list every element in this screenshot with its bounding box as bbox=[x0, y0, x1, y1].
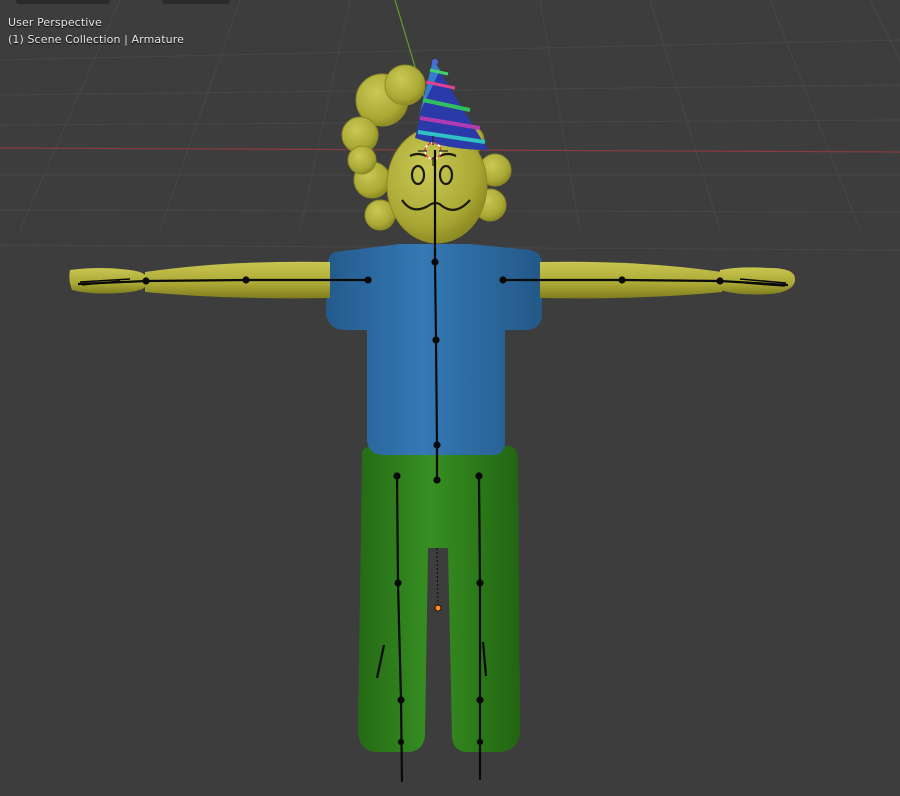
shirt bbox=[326, 244, 542, 455]
party-hat bbox=[415, 59, 488, 150]
object-origin-icon bbox=[434, 604, 442, 612]
viewport-canvas[interactable] bbox=[0, 0, 900, 796]
3d-viewport[interactable]: User Perspective (1) Scene Collection | … bbox=[0, 0, 900, 796]
scene-collection-label: (1) Scene Collection | Armature bbox=[8, 33, 184, 46]
view-name-label: User Perspective bbox=[8, 16, 102, 29]
pants bbox=[358, 446, 520, 752]
